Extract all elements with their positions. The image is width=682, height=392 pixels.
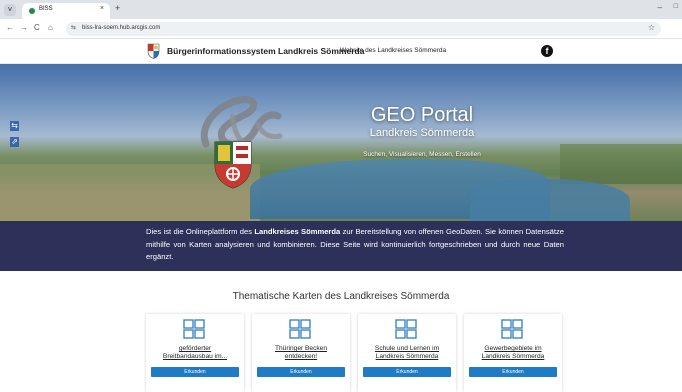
intro-text: Dies ist die Onlineplattform des Landkre… xyxy=(146,226,564,264)
reload-icon[interactable]: C xyxy=(34,23,40,32)
bookmark-star-icon[interactable]: ☆ xyxy=(648,23,655,32)
map-card-title[interactable]: Gewerbegebiete im Landkreis Sömmerda xyxy=(470,345,556,361)
share-icon[interactable]: ⇆ xyxy=(10,121,19,131)
grid-icon xyxy=(395,319,417,339)
tab-title: BISS xyxy=(39,6,53,12)
hero-tagline: Suchen, Visualisieren, Messen, Erstellen xyxy=(363,151,481,158)
landkreis-website-link[interactable]: Website des Landkreises Sömmerda xyxy=(340,47,446,54)
grid-icon xyxy=(501,319,523,339)
map-card-title-line1: Thüringer Becken xyxy=(274,345,328,352)
map-card-title-line1: geförderter xyxy=(178,345,212,352)
site-header: Bürgerinformationssystem Landkreis Sömme… xyxy=(0,39,682,64)
map-card[interactable]: geförderter Breitbandausbau im... Erkunde… xyxy=(146,314,244,392)
explore-button[interactable]: Erkunden xyxy=(257,367,345,377)
tab-close-icon[interactable]: × xyxy=(100,5,104,12)
grid-icon xyxy=(289,319,311,339)
facebook-icon[interactable]: f xyxy=(541,45,553,57)
hero-title: GEO Portal xyxy=(370,104,474,126)
map-card-title-line1: Schule und Lernen im xyxy=(374,345,440,352)
hero-overlay xyxy=(0,64,682,221)
explore-button[interactable]: Erkunden xyxy=(151,367,239,377)
map-card-title[interactable]: geförderter Breitbandausbau im... xyxy=(152,345,238,361)
browser-toolbar: ← → C ⌂ ⇆ biss-lra-soem.hub.arcgis.com ☆ xyxy=(0,19,682,39)
map-card-title-line2: Breitbandausbau im... xyxy=(162,353,228,360)
url-text[interactable]: biss-lra-soem.hub.arcgis.com xyxy=(82,25,160,31)
landkreis-coat-of-arms-icon xyxy=(214,141,252,189)
hero-subtitle: Landkreis Sömmerda xyxy=(369,127,475,139)
export-icon[interactable]: ⇗ xyxy=(10,137,19,147)
favicon-icon xyxy=(29,8,35,14)
map-card-title[interactable]: Thüringer Becken entdecken! xyxy=(258,345,344,361)
map-card-title-line1: Gewerbegebiete im xyxy=(484,345,542,352)
site-info-icon[interactable]: ⇆ xyxy=(71,24,76,31)
intro-band: Dies ist die Onlineplattform des Landkre… xyxy=(0,221,682,271)
tab-search-button[interactable]: ˅ xyxy=(4,4,16,16)
map-card-title-line2: Landkreis Sömmerda xyxy=(375,353,439,360)
explore-button[interactable]: Erkunden xyxy=(469,367,557,377)
site-title[interactable]: Bürgerinformationssystem Landkreis Sömme… xyxy=(167,46,364,56)
grid-icon xyxy=(183,319,205,339)
maximize-button[interactable]: □ xyxy=(674,3,678,10)
minimize-button[interactable]: – xyxy=(658,3,662,12)
thematic-maps-section: Thematische Karten des Landkreises Sömme… xyxy=(0,271,682,392)
intro-text-bold: Landkreises Sömmerda xyxy=(254,227,341,236)
new-tab-button[interactable]: + xyxy=(115,3,120,13)
section-heading: Thematische Karten des Landkreises Sömme… xyxy=(232,291,450,302)
back-icon[interactable]: ← xyxy=(6,23,14,32)
map-card[interactable]: Thüringer Becken entdecken! Erkunden xyxy=(252,314,350,392)
browser-tab-bar: ˅ BISS × + – □ xyxy=(0,0,682,19)
map-card-title-line2: entdecken! xyxy=(284,353,318,360)
map-card[interactable]: Schule und Lernen im Landkreis Sömmerda E… xyxy=(358,314,456,392)
map-card-title-line2: Landkreis Sömmerda xyxy=(481,353,545,360)
browser-tab[interactable]: BISS × xyxy=(22,3,110,19)
explore-button[interactable]: Erkunden xyxy=(363,367,451,377)
landkreis-crest-icon[interactable] xyxy=(147,43,160,59)
intro-text-part1: Dies ist die Onlineplattform des xyxy=(146,227,255,236)
forward-icon[interactable]: → xyxy=(20,23,28,32)
map-card-title[interactable]: Schule und Lernen im Landkreis Sömmerda xyxy=(364,345,450,361)
hero-banner: ⇆ ⇗ GEO Portal Landkreis Sömmerda Suchen… xyxy=(0,64,682,221)
home-icon[interactable]: ⌂ xyxy=(48,23,53,32)
address-bar[interactable]: ⇆ biss-lra-soem.hub.arcgis.com ☆ xyxy=(66,22,661,36)
map-card[interactable]: Gewerbegebiete im Landkreis Sömmerda Erku… xyxy=(464,314,562,392)
